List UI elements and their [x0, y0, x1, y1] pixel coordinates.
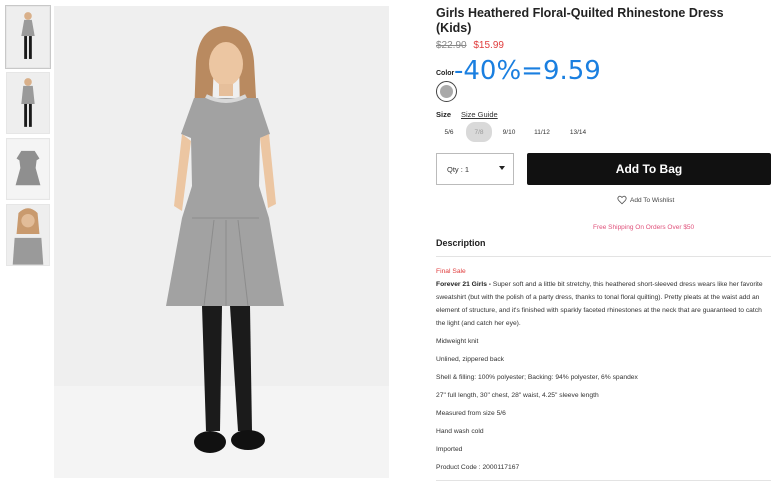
detail-line: Measured from size 5/6: [436, 410, 506, 417]
size-guide-link[interactable]: Size Guide: [461, 110, 498, 119]
thumbnail-flat-image: [7, 139, 49, 199]
thumbnail-front[interactable]: [5, 5, 51, 69]
detail-line: Unlined, zippered back: [436, 356, 505, 363]
size-options: 5/6 7/8 9/10 11/12 13/14: [436, 122, 594, 142]
final-sale-label: Final Sale: [436, 268, 466, 275]
color-label: Color: [436, 70, 455, 77]
description-body: Final Sale Forever 21 Girls - Super soft…: [436, 265, 769, 474]
size-label: Size: [436, 110, 452, 119]
thumbnail-flat[interactable]: [6, 138, 50, 200]
add-to-bag-button[interactable]: Add To Bag: [527, 153, 771, 185]
product-info-panel: Girls Heathered Floral-Quilted Rhineston…: [436, 6, 771, 54]
free-shipping-notice: Free Shipping On Orders Over $50: [593, 224, 695, 231]
description-heading: Description: [436, 238, 486, 248]
heart-icon: [617, 195, 627, 205]
thumbnail-side-image: [7, 73, 49, 133]
price-row: $22.90 $15.99: [436, 40, 771, 54]
quantity-label: Qty : 1: [447, 164, 470, 174]
product-code: Product Code : 2000117167: [436, 464, 520, 471]
thumbnail-side[interactable]: [6, 72, 50, 134]
thumbnail-strip: [5, 5, 51, 270]
description-divider: [436, 256, 771, 257]
original-price: $22.90: [436, 40, 467, 51]
detail-line: 27" full length, 30" chest, 28" waist, 4…: [436, 392, 599, 399]
wishlist-label: Add To Wishlist: [630, 196, 675, 204]
product-title: Girls Heathered Floral-Quilted Rhineston…: [436, 6, 724, 35]
size-option-7-8[interactable]: 7/8: [466, 122, 492, 142]
girl-in-dress-photo: [54, 6, 389, 478]
size-option-5-6[interactable]: 5/6: [436, 122, 462, 142]
thumbnail-front-image: [7, 7, 49, 67]
size-option-11-12[interactable]: 11/12: [526, 122, 558, 142]
thumbnail-closeup-image: [7, 205, 49, 265]
detail-line: Midweight knit: [436, 338, 479, 345]
chevron-down-icon: [499, 166, 505, 170]
detail-line: Shell & filling: 100% polyester; Backing…: [436, 374, 638, 381]
thumbnail-closeup[interactable]: [6, 204, 50, 266]
main-product-image: [54, 6, 389, 478]
description-paragraph: Forever 21 Girls - Super soft and a litt…: [436, 278, 769, 330]
brand-label: Forever 21 Girls -: [436, 281, 492, 288]
sale-price: $15.99: [473, 40, 504, 51]
detail-line: Hand wash cold: [436, 428, 484, 435]
detail-line: Imported: [436, 446, 463, 453]
size-option-13-14[interactable]: 13/14: [562, 122, 594, 142]
discount-overlay-text: -40%=9.59: [454, 56, 601, 86]
color-swatch-heather-grey[interactable]: [436, 81, 457, 102]
bottom-divider: [436, 480, 771, 481]
quantity-select[interactable]: Qty : 1: [436, 153, 514, 185]
add-to-wishlist-link[interactable]: Add To Wishlist: [617, 195, 674, 205]
size-option-9-10[interactable]: 9/10: [496, 122, 522, 142]
